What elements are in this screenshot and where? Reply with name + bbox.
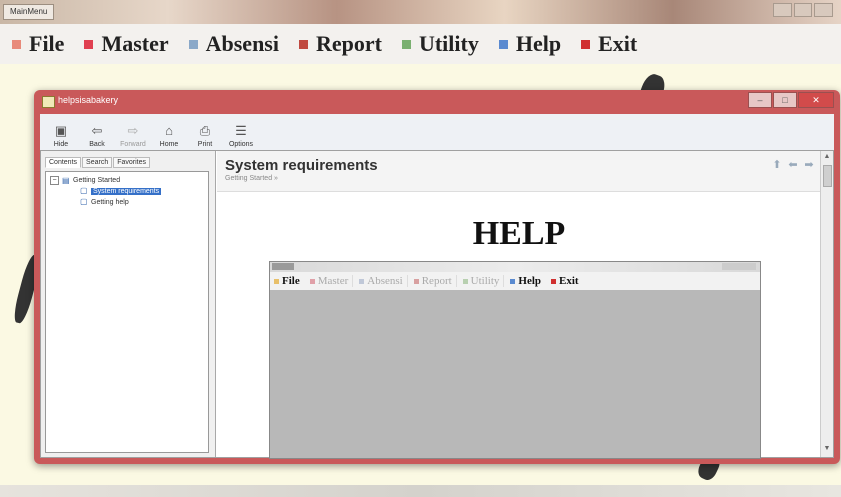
previous-arrow-icon[interactable]: ⬅: [787, 159, 799, 171]
help-body: Contents Search Favorites − ▤ Getting St…: [40, 150, 834, 459]
tree-node-getting-started[interactable]: − ▤ Getting Started: [50, 176, 120, 185]
help-minimize-button[interactable]: –: [748, 92, 772, 108]
menu-label: Report: [315, 31, 382, 56]
embedded-menu-file: File: [274, 275, 304, 287]
embedded-window-controls: [722, 263, 756, 270]
embedded-menu-report: Report: [413, 275, 457, 287]
master-menu-icon: [84, 39, 94, 49]
up-arrow-icon[interactable]: ⬆: [771, 159, 783, 171]
page-icon: ▢: [80, 197, 88, 206]
embedded-workarea: [270, 290, 760, 458]
print-button[interactable]: ⎙ Print: [190, 123, 220, 148]
tree-node-getting-help[interactable]: ▢ Getting help: [80, 198, 129, 206]
app-title: MainMenu: [3, 4, 55, 20]
topic-navigation: ⬆ ⬅ ➡: [771, 159, 815, 171]
help-window-titlebar[interactable]: helpsisabakery – □ ✕: [34, 90, 840, 112]
file-menu-icon: [12, 39, 21, 49]
menu-label: Help: [515, 31, 562, 56]
menu-label: Absensi: [205, 31, 279, 56]
contents-tree: − ▤ Getting Started ▢ System requirement…: [45, 171, 209, 453]
printer-icon: ⎙: [199, 123, 211, 138]
menu-absensi[interactable]: Absensi: [188, 31, 279, 57]
navigation-pane: Contents Search Favorites − ▤ Getting St…: [41, 151, 216, 457]
menu-label: Exit: [598, 31, 638, 56]
help-book-icon: [42, 96, 55, 108]
help-heading: HELP: [472, 215, 566, 252]
help-window: helpsisabakery – □ ✕ ▣ Hide ⇦ Back ⇨ Forwar…: [34, 90, 840, 464]
embedded-menu-help: Help: [510, 275, 545, 287]
file-menu-icon: [274, 278, 279, 284]
help-menu-icon: [510, 278, 516, 284]
embedded-menu-absensi: Absensi: [359, 275, 408, 287]
next-arrow-icon[interactable]: ➡: [803, 159, 815, 171]
help-window-title: helpsisabakery: [58, 95, 119, 105]
help-menu-icon: [498, 39, 508, 49]
back-arrow-icon: ⇦: [91, 123, 103, 138]
book-icon: ▤: [62, 175, 70, 185]
embedded-menubar: File Master Absensi Report Utility Help …: [270, 272, 760, 290]
menu-label: Master: [101, 31, 169, 56]
back-button[interactable]: ⇦ Back: [82, 123, 112, 148]
home-button[interactable]: ⌂ Home: [154, 123, 184, 148]
embedded-menu-exit: Exit: [551, 275, 583, 287]
scroll-up-icon[interactable]: ▲: [823, 153, 831, 161]
window-controls: [773, 3, 834, 17]
menu-file[interactable]: File: [12, 31, 64, 57]
scrollbar-thumb[interactable]: [823, 165, 832, 187]
app-titlebar: MainMenu: [0, 0, 841, 24]
menu-utility[interactable]: Utility: [401, 31, 479, 57]
embedded-title-tab: [272, 263, 294, 270]
main-menubar: File Master Absensi Report Utility Help …: [0, 24, 841, 64]
menu-label: File: [29, 31, 65, 56]
embedded-menu-utility: Utility: [462, 275, 505, 287]
tab-favorites[interactable]: Favorites: [113, 157, 151, 168]
absensi-menu-icon: [359, 278, 365, 284]
report-menu-icon: [413, 278, 419, 284]
menu-exit[interactable]: Exit: [581, 31, 637, 57]
help-maximize-button[interactable]: □: [773, 92, 797, 108]
menu-help[interactable]: Help: [498, 31, 562, 57]
vertical-scrollbar[interactable]: ▲ ▼: [820, 151, 833, 457]
collapse-icon[interactable]: −: [50, 176, 59, 185]
master-menu-icon: [309, 278, 315, 284]
topic-header: System requirements Getting Started » ⬆ …: [217, 151, 833, 192]
utility-menu-icon: [462, 278, 468, 284]
options-button[interactable]: ☰ Options: [226, 123, 256, 148]
taskbar-strip: [0, 485, 841, 497]
tree-node-system-requirements[interactable]: ▢ System requirements: [80, 186, 162, 195]
breadcrumb[interactable]: Getting Started »: [225, 175, 278, 182]
navigation-tabs: Contents Search Favorites: [45, 157, 151, 168]
topic-title: System requirements: [225, 157, 378, 174]
menu-label: Utility: [418, 31, 479, 56]
absensi-menu-icon: [188, 39, 198, 49]
embedded-titlebar: [270, 262, 760, 272]
embedded-menu-master: Master: [309, 275, 354, 287]
report-menu-icon: [298, 39, 308, 49]
utility-menu-icon: [401, 39, 411, 49]
hide-button[interactable]: ▣ Hide: [46, 123, 76, 148]
maximize-button[interactable]: [793, 3, 813, 17]
options-icon: ☰: [235, 123, 247, 138]
hide-icon: ▣: [54, 123, 68, 138]
tab-search[interactable]: Search: [82, 157, 113, 168]
help-window-controls: – □ ✕: [748, 92, 834, 108]
topic-pane: System requirements Getting Started » ⬆ …: [217, 151, 833, 459]
exit-menu-icon: [581, 39, 591, 49]
help-close-button[interactable]: ✕: [798, 92, 834, 108]
help-toolbar: ▣ Hide ⇦ Back ⇨ Forward ⌂ Home ⎙ Print ☰ Optio…: [40, 114, 834, 150]
page-icon: ▢: [80, 186, 88, 195]
tab-contents[interactable]: Contents: [45, 157, 82, 168]
forward-button[interactable]: ⇨ Forward: [118, 123, 148, 148]
scroll-down-icon[interactable]: ▼: [823, 445, 831, 453]
home-icon: ⌂: [165, 123, 173, 138]
menu-master[interactable]: Master: [84, 31, 169, 57]
minimize-button[interactable]: [773, 3, 792, 17]
menu-report[interactable]: Report: [298, 31, 382, 57]
exit-menu-icon: [551, 278, 557, 284]
embedded-screenshot: File Master Absensi Report Utility Help …: [269, 261, 761, 459]
forward-arrow-icon: ⇨: [127, 123, 139, 138]
close-button[interactable]: [814, 3, 834, 17]
